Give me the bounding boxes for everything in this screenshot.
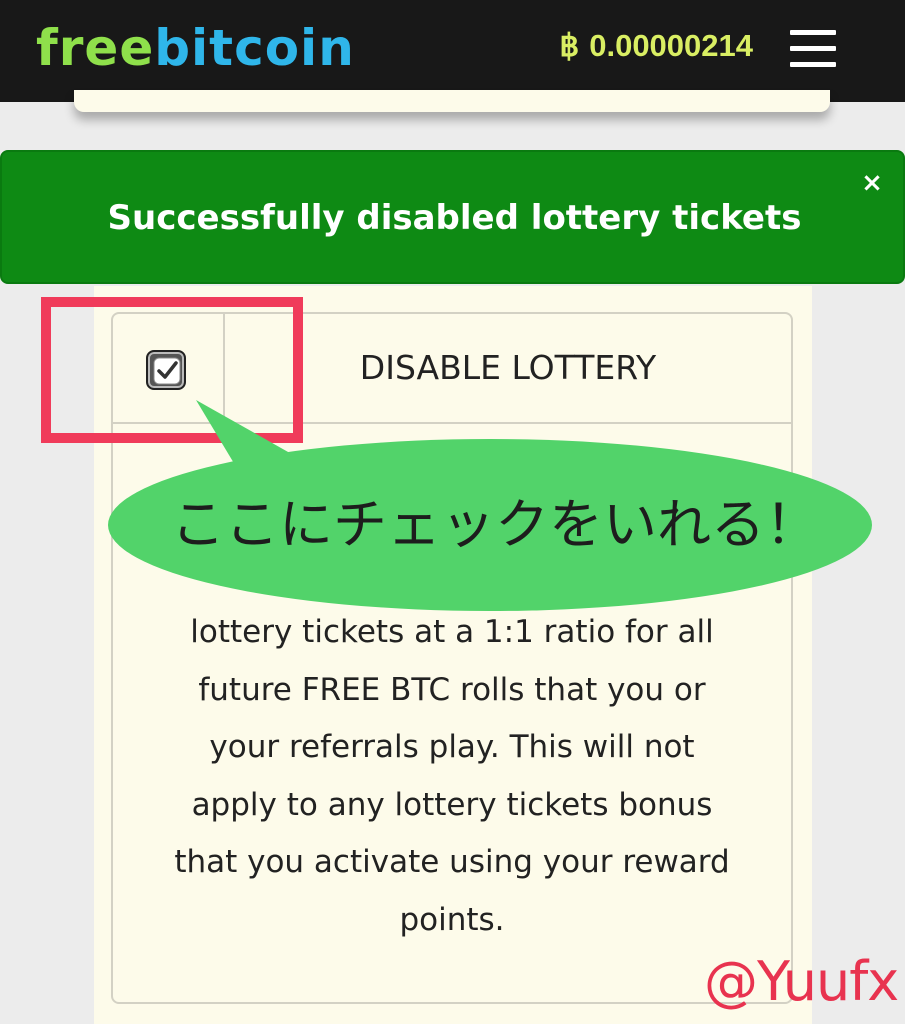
description-line: future FREE BTC rolls that you or xyxy=(198,671,706,708)
speech-bubble-text: ここにチェックをいれる！ xyxy=(171,493,819,556)
logo-text-free: free xyxy=(36,19,155,77)
disable-lottery-description: lottery tickets at a 1:1 ratio for all f… xyxy=(130,604,774,949)
description-line: lottery tickets at a 1:1 ratio for all xyxy=(190,614,714,650)
alert-message: Successfully disabled lottery tickets xyxy=(107,198,802,238)
description-line: points. xyxy=(399,901,505,938)
success-alert: Successfully disabled lottery tickets xyxy=(0,150,905,284)
logo-text-bitcoin: bitcoin xyxy=(154,19,355,77)
balance-value: 0.00000214 xyxy=(589,28,753,63)
description-line: your referrals play. This will not xyxy=(209,729,695,765)
highlight-frame xyxy=(41,297,303,443)
site-logo[interactable]: freebitcoin xyxy=(36,18,355,78)
btc-balance: ฿ 0.00000214 xyxy=(559,26,753,66)
previous-card-bottom xyxy=(74,90,830,112)
description-line: that you activate using your reward xyxy=(174,844,730,880)
disable-lottery-label: DISABLE LOTTERY xyxy=(359,348,657,387)
hamburger-menu-icon[interactable] xyxy=(790,30,836,68)
description-line: apply to any lottery tickets bonus xyxy=(191,786,713,823)
author-watermark: @Yuufx xyxy=(704,950,899,1013)
close-icon[interactable]: × xyxy=(860,170,884,196)
top-bar: freebitcoin ฿ 0.00000214 xyxy=(0,0,905,102)
bitcoin-symbol-icon: ฿ xyxy=(559,28,580,63)
